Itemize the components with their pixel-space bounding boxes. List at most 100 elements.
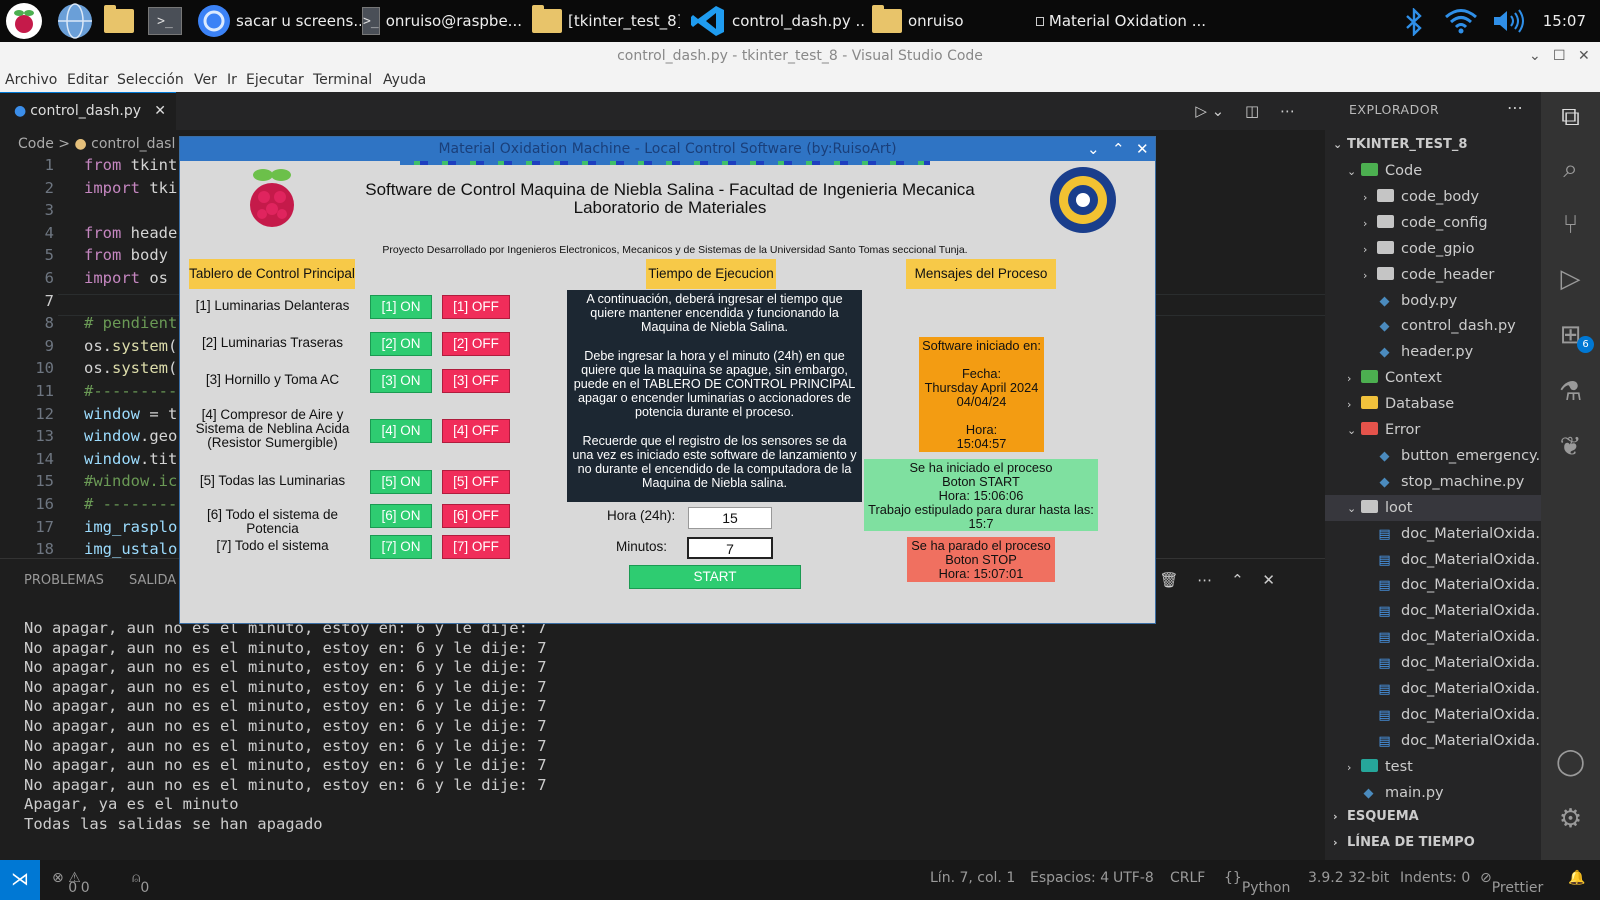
maximize-icon[interactable]: ☐	[1553, 42, 1566, 70]
file-item[interactable]: ◆ button_emergency...	[1325, 443, 1542, 469]
wifi-icon[interactable]	[1444, 8, 1478, 34]
file-item[interactable]: ◆ main.py	[1325, 780, 1541, 806]
maximize-icon[interactable]: ⌃	[1112, 137, 1125, 161]
outline-section[interactable]: › ESQUEMA	[1325, 804, 1541, 830]
close-icon[interactable]: ✕	[1136, 137, 1149, 161]
menu-terminal[interactable]: Terminal	[313, 72, 372, 88]
menu-ver[interactable]: Ver	[194, 72, 217, 88]
minimize-icon[interactable]: ⌄	[1529, 42, 1541, 70]
raspberry-menu-button[interactable]	[4, 0, 44, 42]
close-tab-icon[interactable]: ✕	[154, 93, 166, 129]
maximize-panel-icon[interactable]: ⌃	[1231, 571, 1244, 589]
start-button[interactable]: START	[629, 565, 801, 589]
file-item[interactable]: ◆ stop_machine.py	[1325, 469, 1541, 495]
prettier-status[interactable]: ⊘ Prettier	[1480, 870, 1543, 896]
taskbar-window-tkinter[interactable]: Material Oxidation ...	[1036, 0, 1206, 42]
browser-launcher[interactable]	[56, 0, 94, 42]
source-control-icon[interactable]: ⑂	[1541, 210, 1600, 240]
menu-archivo[interactable]: Archivo	[5, 72, 57, 88]
folder-item[interactable]: ⌄ Code	[1325, 158, 1541, 184]
run-debug-icon[interactable]: ▷	[1541, 264, 1600, 294]
search-icon[interactable]: ⌕	[1541, 154, 1600, 185]
folder-item[interactable]: › code_body	[1325, 184, 1541, 210]
off-button[interactable]: [7] OFF	[442, 535, 510, 559]
remote-icon[interactable]: ⋊	[0, 860, 40, 900]
extensions-icon[interactable]: ⊞ 6	[1541, 320, 1600, 353]
folder-item[interactable]: › code_header	[1325, 262, 1541, 288]
more-actions-icon[interactable]: ⋯	[1280, 102, 1295, 120]
notifications-icon[interactable]: 🔔	[1568, 870, 1585, 886]
folder-item[interactable]: › code_gpio	[1325, 236, 1541, 262]
explorer-icon[interactable]: ⧉	[1541, 102, 1600, 133]
close-panel-icon[interactable]: ✕	[1262, 571, 1275, 589]
trash-icon[interactable]: 🗑	[1159, 571, 1178, 589]
menu-seleccion[interactable]: Selección	[117, 72, 184, 88]
bluetooth-icon[interactable]	[1402, 8, 1426, 36]
more-actions-icon[interactable]: ⋯	[1507, 98, 1523, 117]
taskbar-window-folder-home[interactable]: onruiso	[870, 0, 1010, 42]
file-item[interactable]: ◆ body.py	[1325, 288, 1541, 314]
minutes-input[interactable]: 7	[687, 537, 773, 559]
tab-control-dash[interactable]: ● control_dash.py ✕	[0, 92, 176, 130]
on-button[interactable]: [3] ON	[370, 369, 432, 393]
taskbar-window-vscode[interactable]: control_dash.py ...	[690, 0, 865, 42]
breadcrumb-root[interactable]: Code	[18, 136, 54, 152]
taskbar-clock[interactable]: 15:07	[1543, 0, 1586, 42]
line-endings[interactable]: CRLF	[1170, 870, 1205, 886]
on-button[interactable]: [4] ON	[370, 419, 432, 443]
gear-icon[interactable]: ⚙	[1541, 804, 1600, 834]
file-item[interactable]: ▤ doc_MaterialOxida...	[1325, 728, 1541, 754]
taskbar-window-terminal[interactable]: >_ onruiso@raspbe...	[362, 0, 522, 42]
off-button[interactable]: [3] OFF	[442, 369, 510, 393]
split-editor-icon[interactable]: ◫	[1245, 102, 1259, 120]
folder-item[interactable]: ⌄ Error	[1325, 417, 1541, 443]
problems-status[interactable]: ⊗ 0 ⚠ 0	[52, 870, 90, 896]
timeline-section[interactable]: › LÍNEA DE TIEMPO	[1325, 830, 1541, 856]
menu-ayuda[interactable]: Ayuda	[383, 72, 426, 88]
files-launcher[interactable]	[102, 0, 140, 42]
tab-problemas[interactable]: PROBLEMAS	[24, 573, 104, 588]
minimize-icon[interactable]: ⌄	[1087, 137, 1100, 161]
file-item[interactable]: ▤ doc_MaterialOxida...	[1325, 650, 1541, 676]
taskbar-window-folder[interactable]: [tkinter_test_8]	[530, 0, 680, 42]
menu-editar[interactable]: Editar	[67, 72, 108, 88]
file-item[interactable]: ▤ doc_MaterialOxida...	[1325, 702, 1541, 728]
file-item[interactable]: ▤ doc_MaterialOxida...	[1325, 676, 1541, 702]
on-button[interactable]: [7] ON	[370, 535, 432, 559]
file-item[interactable]: ▤ doc_MaterialOxida...	[1325, 572, 1541, 598]
off-button[interactable]: [5] OFF	[442, 470, 510, 494]
hour-input[interactable]: 15	[688, 507, 772, 529]
folder-item[interactable]: ⌄ loot	[1325, 494, 1541, 521]
indentation[interactable]: Espacios: 4	[1030, 870, 1109, 886]
off-button[interactable]: [1] OFF	[442, 295, 510, 319]
ports-status[interactable]: ⍝ 0	[132, 870, 149, 896]
terminal-launcher[interactable]: >_	[148, 0, 182, 42]
cursor-position[interactable]: Lín. 7, col. 1	[930, 870, 1015, 886]
off-button[interactable]: [4] OFF	[442, 419, 510, 443]
file-item[interactable]: ▤ doc_MaterialOxida...	[1325, 547, 1541, 573]
encoding[interactable]: UTF-8	[1113, 870, 1154, 886]
on-button[interactable]: [6] ON	[370, 504, 432, 528]
project-root[interactable]: ⌄ TKINTER_TEST_8	[1325, 132, 1541, 158]
taskbar-window-chromium[interactable]: sacar u screens...	[196, 0, 361, 42]
volume-icon[interactable]	[1492, 9, 1526, 33]
file-item[interactable]: ◆ control_dash.py	[1325, 313, 1541, 339]
menu-ir[interactable]: Ir	[227, 72, 237, 88]
language-mode[interactable]: {} Python	[1224, 870, 1290, 896]
on-button[interactable]: [5] ON	[370, 470, 432, 494]
off-button[interactable]: [2] OFF	[442, 332, 510, 356]
folder-item[interactable]: › Database	[1325, 391, 1541, 417]
interpreter[interactable]: 3.9.2 32-bit	[1308, 870, 1389, 886]
breadcrumb-file[interactable]: control_dasl	[91, 136, 175, 152]
file-item[interactable]: ▤ doc_MaterialOxida...	[1325, 521, 1541, 547]
off-button[interactable]: [6] OFF	[442, 504, 510, 528]
indents-status[interactable]: Indents: 0	[1400, 870, 1470, 886]
testing-icon[interactable]: ⚗	[1541, 377, 1600, 407]
folder-item[interactable]: › test	[1325, 754, 1541, 780]
tab-salida[interactable]: SALIDA	[129, 573, 176, 588]
file-item[interactable]: ▤ doc_MaterialOxida...	[1325, 624, 1541, 650]
more-actions-icon[interactable]: ⋯	[1197, 571, 1212, 589]
folder-item[interactable]: › Context	[1325, 365, 1541, 391]
close-icon[interactable]: ✕	[1578, 42, 1590, 70]
file-item[interactable]: ◆ header.py	[1325, 339, 1541, 365]
